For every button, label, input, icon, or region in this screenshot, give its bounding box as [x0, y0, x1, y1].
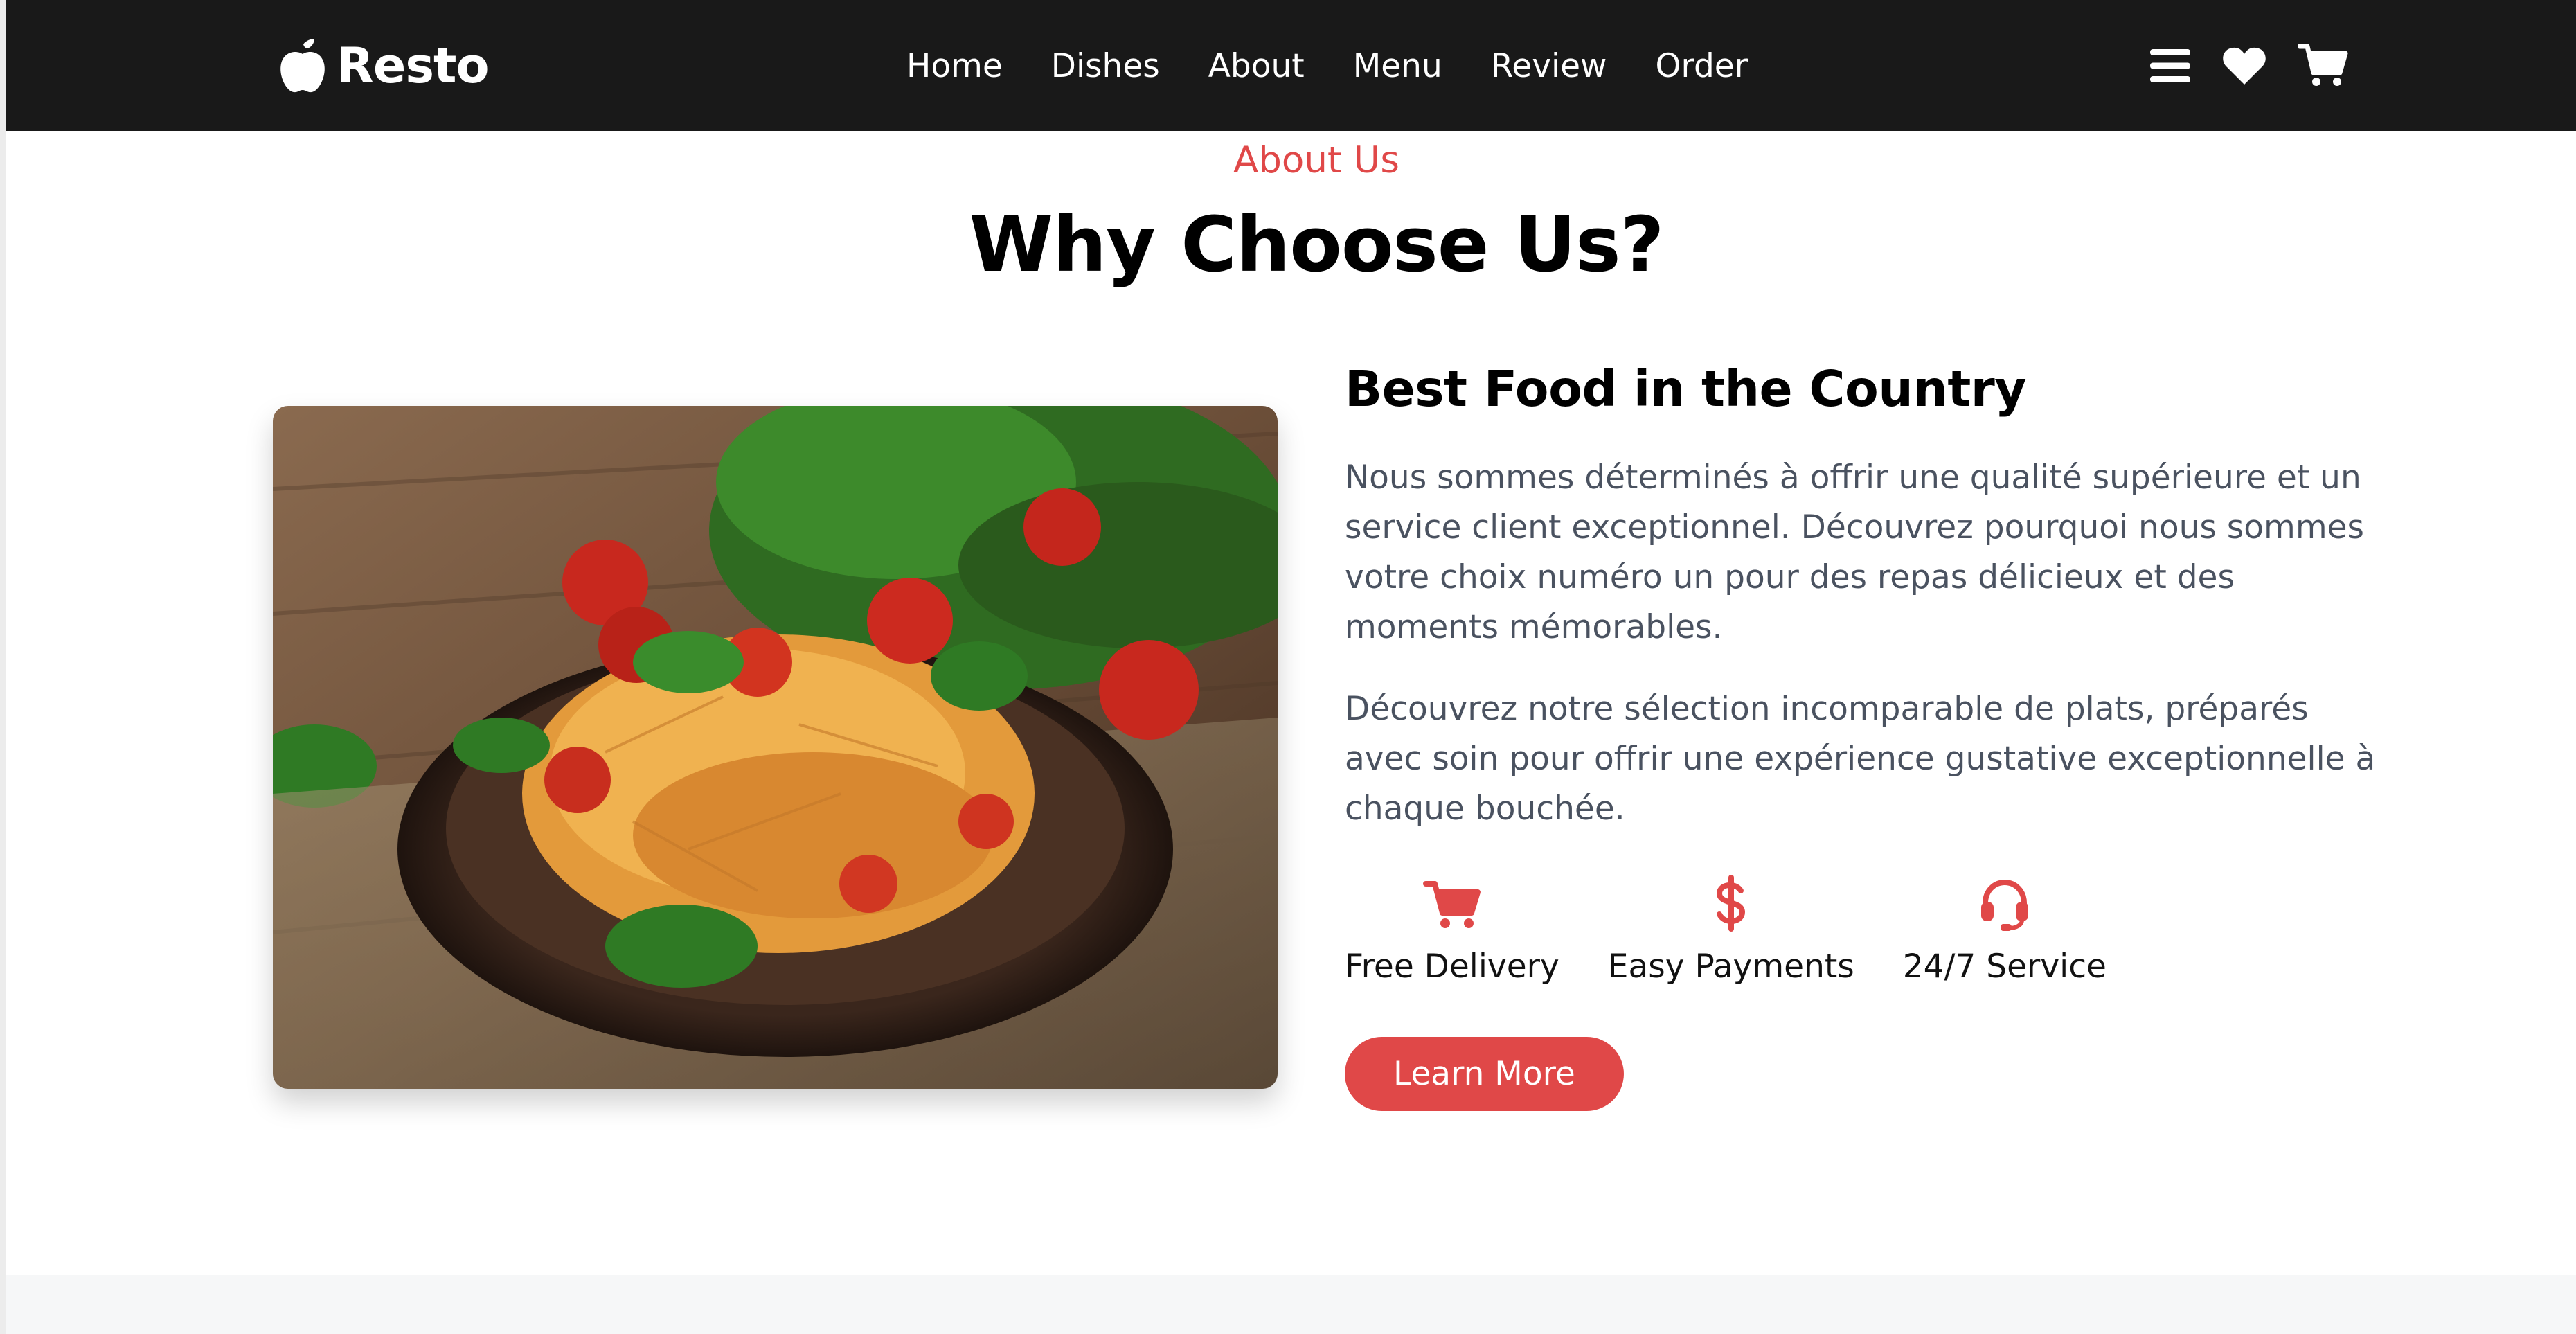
section-title: Why Choose Us?: [969, 200, 1665, 289]
navbar: Resto Home Dishes About Menu Review Orde…: [6, 0, 2576, 131]
about-paragraph: Nous sommes déterminés à offrir une qual…: [1345, 459, 2365, 647]
feature-service: 24/7 Service: [1903, 874, 2107, 986]
feature-label: Free Delivery: [1345, 948, 1559, 986]
about-section: About Us Why Choose Us? Best Food in the…: [6, 131, 2576, 1275]
about-paragraph: Découvrez notre sélection incomparable d…: [1345, 690, 2376, 828]
about-content: Best Food in the Country Nous sommes dét…: [1345, 359, 2377, 1112]
pasta-dish-image: [273, 406, 1278, 1089]
nav-menu[interactable]: Menu: [1353, 47, 1442, 85]
brand-name: Resto: [337, 37, 490, 94]
nav-actions: [2150, 38, 2348, 94]
feature-label: 24/7 Service: [1902, 948, 2107, 986]
nav-dishes[interactable]: Dishes: [1051, 47, 1160, 85]
nav-order[interactable]: Order: [1655, 47, 1748, 85]
section-eyebrow: About Us: [1233, 139, 1399, 181]
nav-about[interactable]: About: [1208, 47, 1305, 85]
apple-icon: [280, 39, 325, 93]
main-nav: Home Dishes About Menu Review Order: [906, 42, 1748, 90]
headset-icon: [1980, 880, 2028, 932]
dollar-icon: [1716, 875, 1745, 932]
brand-logo[interactable]: Resto: [278, 35, 490, 97]
feature-free-delivery: Free Delivery: [1345, 874, 1559, 986]
feature-label: Easy Payments: [1607, 948, 1854, 986]
cart-icon: [1422, 881, 1481, 929]
menu-icon[interactable]: [2150, 48, 2190, 84]
feature-list: Free Delivery Easy Payments 24/7 Service: [1345, 874, 2377, 986]
next-section-edge: [6, 1275, 2576, 1334]
nav-review[interactable]: Review: [1491, 47, 1607, 85]
content-heading: Best Food in the Country: [1345, 360, 2027, 418]
window-edge: [0, 0, 6, 1334]
nav-home[interactable]: Home: [906, 47, 1003, 85]
heart-icon[interactable]: [2222, 46, 2266, 86]
cart-icon[interactable]: [2298, 44, 2348, 88]
feature-easy-payments: Easy Payments: [1608, 874, 1854, 986]
learn-more-button[interactable]: Learn More: [1345, 1037, 1624, 1112]
